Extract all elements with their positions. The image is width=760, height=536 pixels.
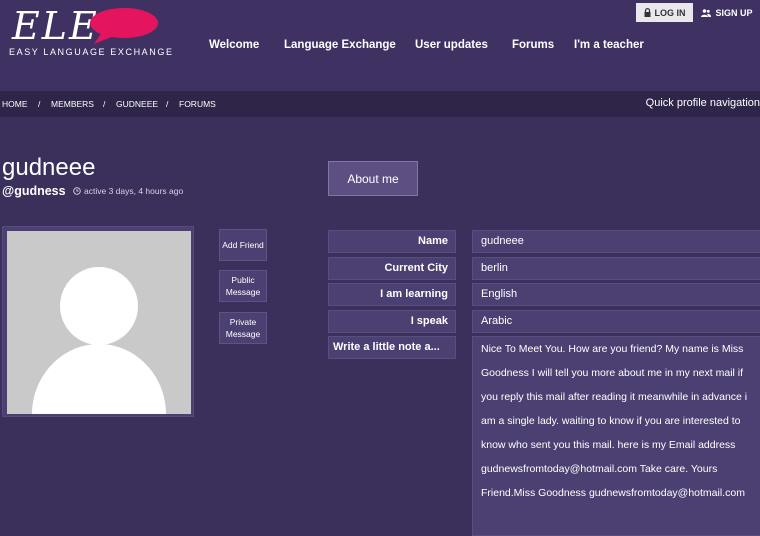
breadcrumb-user[interactable]: GUDNEEE [116, 99, 158, 109]
field-label-note: Write a little note a... [328, 336, 456, 359]
field-label-speak: I speak [328, 310, 456, 333]
nav-welcome[interactable]: Welcome [209, 39, 259, 51]
private-message-button[interactable]: Private Message [219, 312, 267, 344]
profile-display-name: gudneee [2, 154, 96, 181]
profile-handle: @gudness [2, 184, 66, 198]
about-me-button[interactable]: About me [328, 161, 418, 196]
lock-icon [644, 8, 650, 17]
login-button[interactable]: LOG IN [636, 3, 693, 22]
users-icon [701, 8, 712, 17]
breadcrumb-separator: / [38, 99, 41, 109]
breadcrumb-separator: / [166, 99, 169, 109]
field-label-city: Current City [328, 257, 456, 280]
breadcrumb: HOME / MEMBERS / GUDNEEE / FORUMS Quick … [0, 91, 760, 117]
nav-forums[interactable]: Forums [512, 39, 554, 51]
activity-text: active 3 days, 4 hours ago [84, 186, 184, 196]
nav-teacher[interactable]: I'm a teacher [574, 39, 644, 51]
field-label-learning: I am learning [328, 283, 456, 306]
site-header: ELE EASY LANGUAGE EXCHANGE Welcome Langu… [0, 0, 760, 91]
breadcrumb-forums: FORUMS [179, 99, 216, 109]
field-value-learning: English [472, 283, 760, 306]
activity-status: active 3 days, 4 hours ago [73, 186, 183, 196]
add-friend-button[interactable]: Add Friend [219, 229, 267, 261]
quick-profile-navigation[interactable]: Quick profile navigation [646, 97, 760, 109]
field-value-speak: Arabic [472, 310, 760, 333]
login-label: LOG IN [654, 7, 686, 18]
field-value-name: gudneee [472, 230, 760, 253]
avatar [7, 231, 191, 414]
nav-user-updates[interactable]: User updates [415, 39, 488, 51]
avatar-frame [2, 226, 194, 417]
default-avatar-icon [32, 267, 166, 414]
main-nav: Welcome Language Exchange User updates F… [0, 39, 760, 55]
signup-button[interactable]: SIGN UP [697, 3, 757, 22]
clock-icon [73, 187, 81, 195]
breadcrumb-home[interactable]: HOME [2, 99, 28, 109]
field-label-name: Name [328, 230, 456, 253]
breadcrumb-separator: / [103, 99, 106, 109]
nav-language-exchange[interactable]: Language Exchange [284, 39, 396, 51]
public-message-button[interactable]: Public Message [219, 270, 267, 302]
signup-label: SIGN UP [715, 7, 753, 18]
field-value-note: Nice To Meet You. How are you friend? My… [472, 336, 760, 536]
field-value-city: berlin [472, 257, 760, 280]
breadcrumb-members[interactable]: MEMBERS [51, 99, 94, 109]
